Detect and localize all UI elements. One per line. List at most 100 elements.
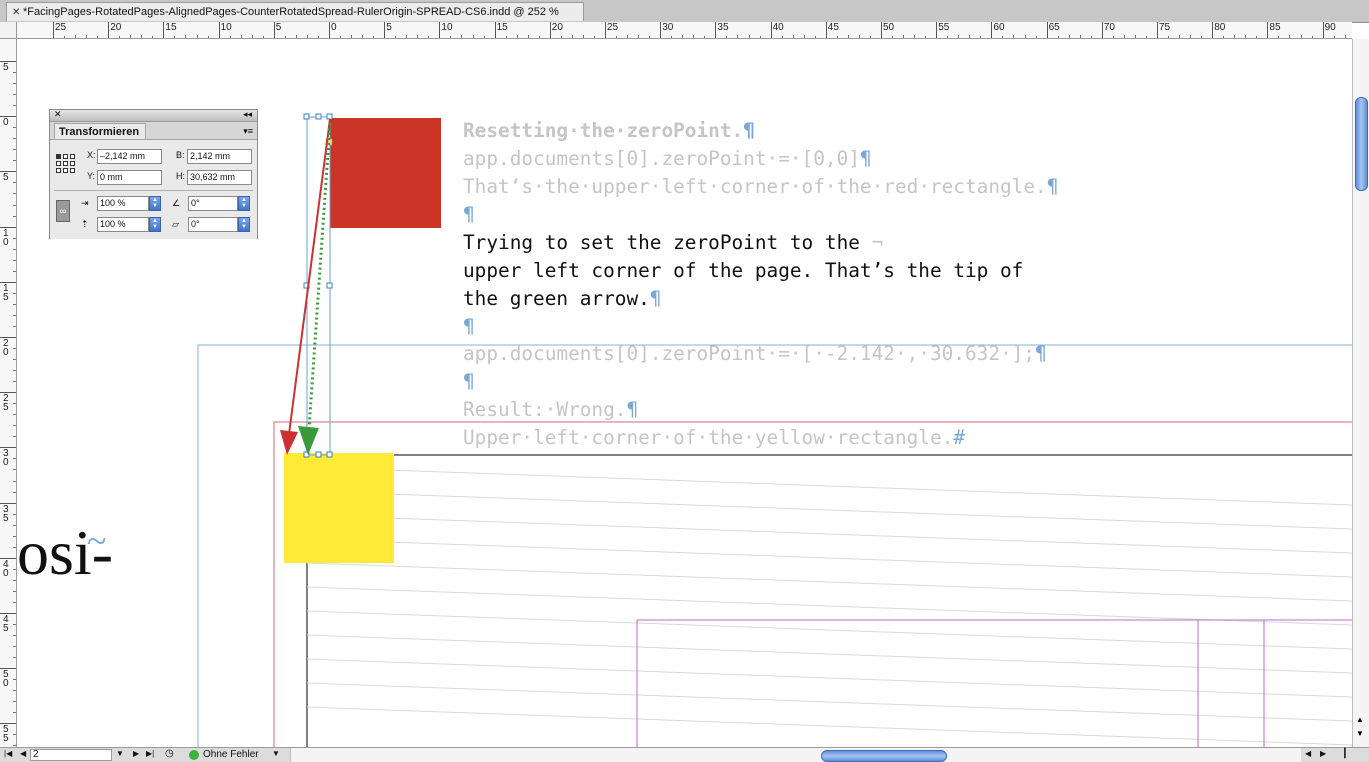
h-ruler-label: 30 <box>662 22 674 33</box>
split-window-icon[interactable]: ▕▏ <box>1338 748 1352 759</box>
page-menu-chevron-icon[interactable]: ▼ <box>116 749 124 758</box>
v-ruler-major-tick <box>0 502 16 504</box>
h-ruler-major-tick <box>53 22 54 38</box>
y-field[interactable]: 0 mm <box>97 170 162 185</box>
rotation-stepper[interactable]: ▲ ▼ <box>238 196 250 211</box>
h-ruler-major-tick <box>384 22 386 38</box>
text-line-5: Trying to set the zeroPoint to the ¬ <box>463 231 884 254</box>
h-ruler-label: 40 <box>772 22 784 33</box>
scroll-down-icon[interactable]: ▼ <box>1356 729 1364 738</box>
v-ruler-label: 25 <box>3 393 9 414</box>
v-ruler-major-tick <box>0 447 16 449</box>
reference-point-icon[interactable] <box>56 154 76 174</box>
red-arrow-line <box>288 118 331 435</box>
shear-field[interactable]: 0° <box>188 217 238 232</box>
first-page-icon[interactable]: |◀ <box>4 749 12 758</box>
v-ruler-major-tick <box>0 557 16 559</box>
previous-page-icon[interactable]: ◀ <box>20 749 26 758</box>
h-ruler-major-tick <box>439 22 441 38</box>
document-tab-title: *FacingPages-RotatedPages-AlignedPages-C… <box>23 6 559 18</box>
h-ruler-major-tick <box>273 22 275 38</box>
v-ruler-major-tick <box>0 171 16 173</box>
v-ruler-major-tick <box>0 337 16 338</box>
v-ruler-label: 5 <box>3 172 9 184</box>
w-label: B: <box>176 150 185 160</box>
vertical-ruler[interactable]: 50510152025303540455055 <box>0 39 17 747</box>
v-ruler-label: 30 <box>3 448 9 469</box>
h-ruler-label: 80 <box>1214 22 1226 33</box>
vertical-scroll-thumb[interactable] <box>1355 97 1368 191</box>
horizontal-scroll-thumb[interactable] <box>821 750 947 762</box>
baseline-grid <box>306 466 1352 746</box>
panel-divider <box>54 190 253 191</box>
rotation-field[interactable]: 0° <box>188 196 238 211</box>
scale-y-stepper[interactable]: ▲ ▼ <box>149 217 161 232</box>
scroll-left-icon[interactable]: ◀ <box>1305 749 1311 758</box>
h-ruler-label: 15 <box>496 22 508 33</box>
ruler-origin-corner[interactable] <box>0 22 17 39</box>
h-label: H: <box>176 171 185 181</box>
close-panel-icon[interactable]: ✕ <box>54 109 62 120</box>
page-number-field[interactable]: 2 <box>30 749 112 761</box>
h-ruler-label: 5 <box>275 22 282 33</box>
h-ruler-label: 90 <box>1324 22 1336 33</box>
v-ruler-label: 45 <box>3 614 9 634</box>
scale-x-icon: ⇥ <box>81 198 89 208</box>
h-ruler-label: 10 <box>220 22 232 33</box>
height-field[interactable]: 30,632 mm <box>187 170 252 185</box>
h-ruler-major-tick <box>1212 22 1214 38</box>
h-ruler-major-tick <box>1101 22 1103 38</box>
scale-y-icon: ⇡ <box>81 219 89 229</box>
vertical-scrollbar[interactable]: ▲ ▼ <box>1352 39 1369 747</box>
constrain-proportions-link-icon[interactable]: ∞ <box>56 200 70 222</box>
width-field[interactable]: 2,142 mm <box>187 149 252 164</box>
text-line-4: ¶ <box>463 203 475 226</box>
h-ruler-label: 50 <box>883 22 895 33</box>
h-ruler-major-tick <box>329 22 330 38</box>
h-ruler-major-tick <box>660 22 662 38</box>
close-tab-icon[interactable]: ✕ <box>12 3 20 21</box>
h-ruler-label: 75 <box>1159 22 1171 33</box>
h-ruler-major-tick <box>1046 22 1048 38</box>
shear-angle-icon: ▱ <box>172 219 179 229</box>
yellow-rectangle <box>284 453 394 563</box>
scale-x-field[interactable]: 100 % <box>97 196 149 211</box>
panel-titlebar[interactable]: ✕ ◂◂ <box>50 109 257 122</box>
h-ruler-label: 25 <box>55 22 67 33</box>
h-ruler-major-tick <box>936 22 938 38</box>
v-ruler-label: 15 <box>3 282 9 303</box>
v-ruler-major-tick <box>0 613 16 614</box>
panel-tab-transform[interactable]: Transformieren <box>54 123 146 139</box>
v-ruler-major-tick <box>0 392 16 394</box>
preflight-dropdown-icon[interactable]: ▼ <box>272 749 280 758</box>
x-field[interactable]: –2,142 mm <box>97 149 162 164</box>
shear-stepper[interactable]: ▲ ▼ <box>238 217 250 232</box>
v-ruler-label: 40 <box>3 558 9 579</box>
h-ruler-major-tick <box>494 22 496 38</box>
scroll-right-icon[interactable]: ▶ <box>1320 749 1326 758</box>
text-line-10: ¶ <box>463 370 475 393</box>
horizontal-scrollbar[interactable] <box>290 748 1301 762</box>
scroll-up-icon[interactable]: ▲ <box>1356 715 1364 724</box>
panel-menu-icon[interactable]: ▾≡ <box>243 126 253 137</box>
h-ruler-label: 25 <box>607 22 619 33</box>
scale-x-stepper[interactable]: ▲ ▼ <box>149 196 161 211</box>
h-ruler-label: 15 <box>165 22 177 33</box>
text-line-9: app.documents[0].zeroPoint·=·[·-2.142·,·… <box>463 342 1047 365</box>
h-ruler-label: 10 <box>441 22 453 33</box>
h-ruler-label: 70 <box>1103 22 1115 33</box>
h-ruler-label: 55 <box>938 22 950 33</box>
text-line-1: Resetting·the·zeroPoint.¶ <box>463 119 755 142</box>
v-ruler-label: 50 <box>3 669 9 690</box>
collapse-panel-icon[interactable]: ◂◂ <box>243 109 252 120</box>
h-ruler-major-tick <box>1267 22 1269 38</box>
preflight-menu-icon[interactable]: ◷ <box>165 748 174 759</box>
v-ruler-label: 20 <box>3 338 9 358</box>
last-page-icon[interactable]: ▶| <box>146 749 154 758</box>
document-tab-bar: ✕ *FacingPages-RotatedPages-AlignedPages… <box>0 0 1369 23</box>
horizontal-ruler[interactable]: 25 20 15 10 5 0 5 10 15 20 25 30 35 40 45 50 55 60 65 70 75 8… <box>17 22 1352 39</box>
document-tab[interactable]: ✕ *FacingPages-RotatedPages-AlignedPages… <box>6 2 584 21</box>
scale-y-field[interactable]: 100 % <box>97 217 149 232</box>
next-page-icon[interactable]: ▶ <box>133 749 139 758</box>
y-label: Y: <box>87 171 96 181</box>
